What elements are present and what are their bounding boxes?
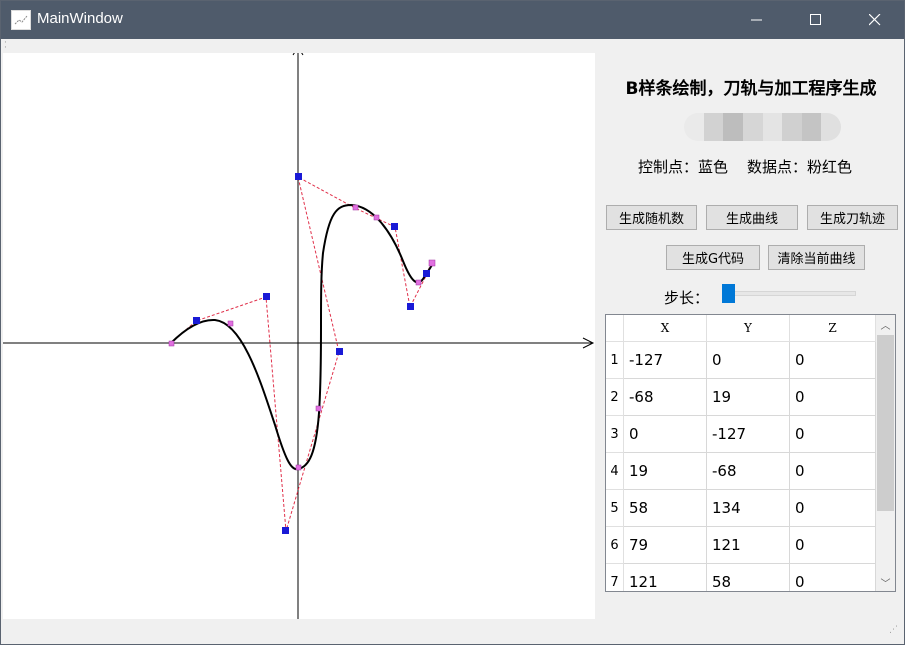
cell-z[interactable]: 0 — [790, 564, 876, 591]
data-point — [373, 214, 380, 221]
data-point — [227, 320, 234, 327]
row-number[interactable]: 7 — [606, 564, 624, 591]
generate-toolpath-button[interactable]: 生成刀轨迹 — [807, 205, 898, 230]
control-point — [407, 303, 414, 310]
control-point — [193, 317, 200, 324]
cell-y[interactable]: 0 — [707, 342, 790, 379]
close-icon — [869, 14, 881, 26]
close-button[interactable] — [846, 1, 904, 39]
points-table[interactable]: X Y Z 1 -127 0 0 2 -68 19 0 3 0 -127 0 4 19 -68 0 5 58 134… — [605, 314, 896, 592]
table-header: X Y Z — [606, 315, 876, 342]
panel-title: B样条绘制，刀轨与加工程序生成 — [625, 79, 877, 99]
column-header-x[interactable]: X — [624, 315, 707, 342]
table-row[interactable]: 6 79 121 0 — [606, 527, 876, 564]
control-point — [295, 173, 302, 180]
generate-random-button[interactable]: 生成随机数 — [606, 205, 697, 230]
control-point — [336, 348, 343, 355]
redacted-swatch — [684, 113, 704, 141]
redacted-swatch — [723, 113, 743, 141]
cell-z[interactable]: 0 — [790, 527, 876, 564]
cell-x[interactable]: 19 — [624, 453, 707, 490]
redacted-swatch — [782, 113, 802, 141]
table-row[interactable]: 5 58 134 0 — [606, 490, 876, 527]
column-header-z[interactable]: Z — [790, 315, 876, 342]
table-row[interactable]: 7 121 58 0 — [606, 564, 876, 591]
row-number[interactable]: 2 — [606, 379, 624, 416]
cell-x[interactable]: 58 — [624, 490, 707, 527]
title-bar[interactable]: MainWindow — [1, 1, 904, 39]
status-bar — [1, 621, 904, 644]
redacted-region — [684, 113, 841, 141]
cell-y[interactable]: 58 — [707, 564, 790, 591]
window-title: MainWindow — [37, 10, 123, 27]
generate-gcode-button[interactable]: 生成G代码 — [666, 245, 760, 270]
data-point — [352, 204, 359, 211]
toolbar-grip-icon[interactable]: · · — [4, 39, 8, 53]
scroll-up-icon[interactable]: ︿ — [876, 315, 895, 333]
toolbar-strip: · · — [1, 39, 904, 53]
data-point — [415, 279, 422, 286]
data-point — [315, 405, 322, 412]
maximize-icon — [810, 14, 821, 25]
cell-z[interactable]: 0 — [790, 342, 876, 379]
control-point — [423, 270, 430, 277]
column-header-y[interactable]: Y — [707, 315, 790, 342]
cell-x[interactable]: 121 — [624, 564, 707, 591]
minimize-button[interactable] — [728, 1, 786, 39]
corner-cell — [606, 315, 624, 342]
table-row[interactable]: 3 0 -127 0 — [606, 416, 876, 453]
cell-x[interactable]: -68 — [624, 379, 707, 416]
step-slider[interactable] — [723, 291, 856, 296]
control-point — [282, 527, 289, 534]
cell-y[interactable]: 19 — [707, 379, 790, 416]
app-icon — [11, 10, 31, 30]
cell-y[interactable]: -68 — [707, 453, 790, 490]
table-row[interactable]: 4 19 -68 0 — [606, 453, 876, 490]
table-row[interactable]: 1 -127 0 0 — [606, 342, 876, 379]
scrollbar-thumb[interactable] — [877, 335, 894, 511]
control-polygon — [170, 176, 432, 532]
redacted-swatch — [703, 113, 724, 141]
minimize-icon — [751, 19, 762, 21]
redacted-swatch — [762, 113, 783, 141]
row-number[interactable]: 4 — [606, 453, 624, 490]
data-point — [428, 259, 436, 267]
cell-x[interactable]: -127 — [624, 342, 707, 379]
drawing-canvas[interactable] — [3, 53, 595, 619]
step-label: 步长： — [664, 289, 710, 307]
row-number[interactable]: 3 — [606, 416, 624, 453]
curve-plot — [3, 53, 595, 619]
cell-z[interactable]: 0 — [790, 416, 876, 453]
color-legend: 控制点：蓝色 数据点：粉红色 — [637, 158, 853, 176]
cell-y[interactable]: -127 — [707, 416, 790, 453]
data-point — [295, 464, 302, 471]
row-number[interactable]: 5 — [606, 490, 624, 527]
row-number[interactable]: 1 — [606, 342, 624, 379]
clear-curve-button[interactable]: 清除当前曲线 — [768, 245, 865, 270]
control-points — [193, 173, 430, 534]
control-point — [263, 293, 270, 300]
control-point — [391, 223, 398, 230]
maximize-button[interactable] — [787, 1, 845, 39]
resize-grip-icon[interactable]: ⋰ — [889, 626, 901, 640]
cell-z[interactable]: 0 — [790, 453, 876, 490]
vertical-scrollbar[interactable]: ︿ ﹀ — [876, 315, 895, 591]
row-number[interactable]: 6 — [606, 527, 624, 564]
table-row[interactable]: 2 -68 19 0 — [606, 379, 876, 416]
scroll-down-icon[interactable]: ﹀ — [876, 573, 895, 591]
main-window: MainWindow · · B样条绘制，刀轨与加工程序生成 控制点：蓝色 数据… — [0, 0, 905, 645]
cell-x[interactable]: 79 — [624, 527, 707, 564]
b-spline-curve — [170, 203, 434, 471]
cell-z[interactable]: 0 — [790, 490, 876, 527]
cell-z[interactable]: 0 — [790, 379, 876, 416]
cell-x[interactable]: 0 — [624, 416, 707, 453]
generate-curve-button[interactable]: 生成曲线 — [706, 205, 798, 230]
redacted-swatch — [801, 113, 822, 141]
cell-y[interactable]: 134 — [707, 490, 790, 527]
step-slider-handle[interactable] — [722, 284, 735, 303]
cell-y[interactable]: 121 — [707, 527, 790, 564]
data-point — [168, 340, 175, 347]
redacted-swatch — [742, 113, 763, 141]
redacted-swatch — [821, 113, 841, 141]
